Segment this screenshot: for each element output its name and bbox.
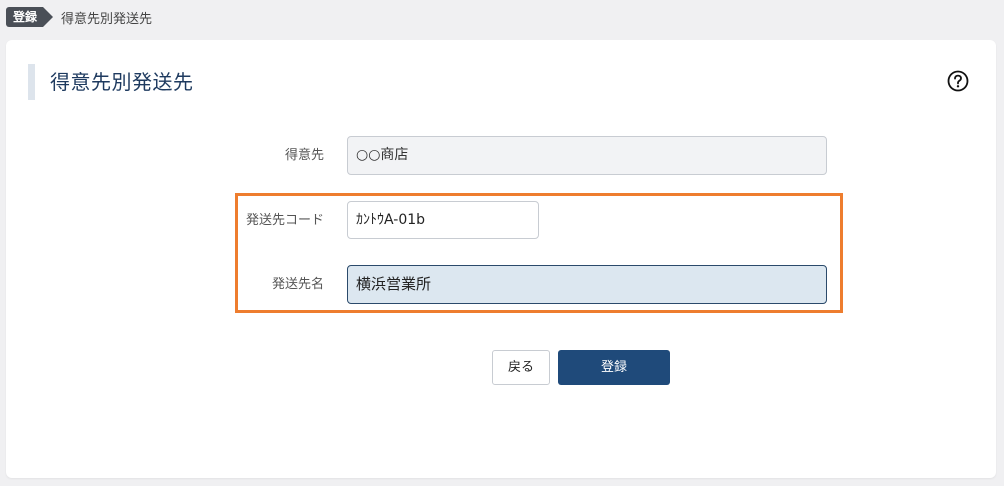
question-circle-icon[interactable] xyxy=(947,70,969,92)
ship-code-input[interactable]: ｶﾝﾄｳA-01b xyxy=(347,201,539,239)
breadcrumb-tag[interactable]: 登録 xyxy=(6,7,54,27)
customer-field: ○○商店 xyxy=(347,136,827,175)
main-card: 得意先別発送先 得意先 ○○商店 発送先コード ｶﾝﾄｳA-01b 発送先名 横… xyxy=(6,40,996,478)
title-accent-bar xyxy=(28,64,35,100)
breadcrumb-current: 得意先別発送先 xyxy=(61,11,153,27)
ship-name-input[interactable]: 横浜営業所 xyxy=(347,265,827,304)
back-button[interactable]: 戻る xyxy=(492,350,550,385)
ship-code-label: 発送先コード xyxy=(245,213,324,228)
page-title: 得意先別発送先 xyxy=(50,70,194,94)
ship-name-label: 発送先名 xyxy=(271,277,324,292)
breadcrumb: 登録 得意先別発送先 xyxy=(6,6,152,28)
customer-value: ○○商店 xyxy=(356,147,409,163)
ship-name-value: 横浜営業所 xyxy=(356,275,432,293)
customer-label: 得意先 xyxy=(284,148,324,163)
register-button[interactable]: 登録 xyxy=(558,350,670,385)
ship-code-value: ｶﾝﾄｳA-01b xyxy=(356,212,426,228)
